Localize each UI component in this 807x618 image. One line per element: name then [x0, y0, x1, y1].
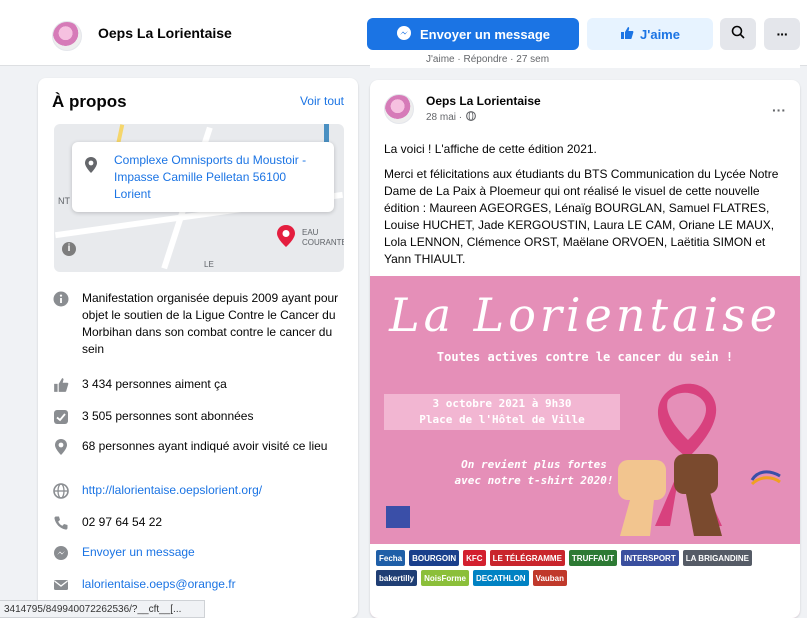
public-globe-icon	[466, 111, 477, 124]
messenger-icon	[52, 544, 70, 562]
about-card: À propos Voir tout NT LE EAU COURANTE i …	[38, 78, 358, 618]
send-message-label: Envoyer un message	[419, 26, 551, 42]
post-text-body: Merci et félicitations aux étudiants du …	[384, 167, 779, 266]
email-link[interactable]: lalorientaise.oeps@orange.fr	[82, 576, 236, 594]
sponsor-logo: DECATHLON	[472, 570, 529, 586]
post-text-intro: La voici ! L'affiche de cette édition 20…	[384, 142, 597, 156]
sponsor-logo: bakertilly	[376, 570, 418, 586]
poster-subtitle: Toutes actives contre le cancer du sein …	[436, 350, 734, 364]
previous-comment-stub: J'aime · Répondre · 27 sem	[370, 52, 800, 68]
map-label: EAU COURANTE	[302, 228, 344, 247]
page-name[interactable]: Oeps La Lorientaise	[98, 25, 232, 41]
link-status-bar: 3414795/849940072262536/?__cft__[...	[0, 600, 205, 618]
description-text: Manifestation organisée depuis 2009 ayan…	[82, 291, 339, 356]
phone-icon	[52, 514, 70, 532]
sponsor-logo: TRUFFAUT	[568, 550, 618, 566]
like-label: J'aime	[640, 26, 680, 42]
page-avatar[interactable]	[52, 21, 82, 51]
likes-count-row: 3 434 personnes aiment ça	[52, 376, 352, 394]
website-link[interactable]: http://lalorientaise.oepslorient.org/	[82, 482, 262, 500]
poster-place: Place de l'Hôtel de Ville	[419, 413, 585, 426]
search-button[interactable]	[720, 18, 756, 50]
message-row: Envoyer un message	[52, 544, 352, 562]
sponsor-logo: LE TÉLÉGRAMME	[489, 550, 565, 566]
sponsor-logo: Vauban	[532, 570, 568, 586]
sponsor-logos: Fecha BOURGOIN KFC LE TÉLÉGRAMME TRUFFAU…	[370, 544, 800, 618]
post-date[interactable]: 28 mai ·	[426, 112, 462, 123]
search-icon	[731, 25, 745, 44]
post-meta: 28 mai ·	[426, 111, 477, 124]
about-description: Manifestation organisée depuis 2009 ayan…	[52, 290, 352, 358]
follow-icon	[52, 408, 70, 426]
map-info-icon[interactable]: i	[62, 242, 76, 256]
poster-oeps-logo	[750, 466, 782, 486]
comment-actions[interactable]: J'aime · Répondre · 27 sem	[426, 54, 549, 65]
map-label: NT	[58, 196, 70, 206]
poster-partner-logo	[386, 506, 410, 528]
map-marker-icon	[276, 224, 296, 253]
checkins-row: 68 personnes ayant indiqué avoir visité …	[52, 438, 352, 456]
post-image-poster[interactable]: La Lorientaise Toutes actives contre le …	[370, 276, 800, 618]
location-pin-icon	[84, 156, 98, 179]
send-message-button[interactable]: Envoyer un message	[367, 18, 579, 50]
email-icon	[52, 576, 70, 594]
address-text[interactable]: Complexe Omnisports du Moustoir - Impass…	[114, 152, 324, 203]
like-page-button[interactable]: J'aime	[587, 18, 713, 50]
followers-count-row: 3 505 personnes sont abonnées	[52, 408, 352, 426]
website-row: http://lalorientaise.oepslorient.org/	[52, 482, 352, 500]
see-all-link[interactable]: Voir tout	[300, 94, 344, 108]
post-author[interactable]: Oeps La Lorientaise	[426, 94, 541, 108]
sponsor-logo: NoisForme	[421, 570, 469, 586]
messenger-icon	[396, 25, 412, 44]
poster-title: La Lorientaise	[389, 288, 781, 342]
checkins-text: 68 personnes ayant indiqué avoir visité …	[82, 439, 328, 453]
about-title: À propos	[52, 92, 127, 111]
sponsor-logo: INTERSPORT	[621, 550, 679, 566]
post-options-button[interactable]: ···	[772, 102, 786, 118]
send-message-link[interactable]: Envoyer un message	[82, 544, 195, 562]
thumbs-up-icon	[52, 376, 70, 394]
location-pin-icon	[52, 438, 70, 456]
pink-ribbon-fists-illustration	[610, 376, 740, 541]
sponsor-logo: LA BRIGANDINE	[682, 550, 752, 566]
sponsor-logo: BOURGOIN	[409, 550, 460, 566]
likes-count-text: 3 434 personnes aiment ça	[82, 377, 227, 391]
phone-row: 02 97 64 54 22	[52, 514, 352, 532]
sponsor-logo: Fecha	[376, 550, 406, 566]
info-icon	[52, 290, 70, 308]
followers-count-text: 3 505 personnes sont abonnées	[82, 409, 254, 423]
thumbs-up-icon	[620, 26, 634, 43]
address-card[interactable]: Complexe Omnisports du Moustoir - Impass…	[72, 142, 334, 212]
feed-post: Oeps La Lorientaise 28 mai · ··· La voic…	[370, 80, 800, 618]
globe-icon	[52, 482, 70, 500]
more-options-button[interactable]: ···	[764, 18, 800, 50]
sponsor-logo: KFC	[463, 550, 486, 566]
poster-date: 3 octobre 2021 à 9h30	[432, 397, 572, 410]
phone-text[interactable]: 02 97 64 54 22	[82, 514, 162, 532]
map-label: LE	[204, 260, 214, 269]
email-row: lalorientaise.oeps@orange.fr	[52, 576, 352, 594]
author-avatar[interactable]	[384, 94, 414, 124]
